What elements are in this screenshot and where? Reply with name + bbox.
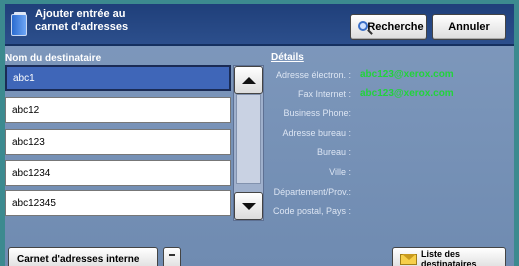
address-book-icon xyxy=(11,12,27,36)
detail-label-office-address: Adresse bureau : xyxy=(282,128,351,138)
title-line-2: carnet d'adresses xyxy=(35,21,129,33)
recipient-name-heading: Nom du destinataire xyxy=(5,53,102,64)
list-item[interactable]: abc123 xyxy=(5,129,231,155)
list-item-label: abc123 xyxy=(12,136,45,148)
minus-icon xyxy=(169,254,175,256)
recipient-list: abc1 abc12 abc123 abc1234 abc12345 xyxy=(5,65,231,221)
envelope-icon xyxy=(400,254,417,265)
detail-label-postal-country: Code postal, Pays : xyxy=(272,206,351,216)
detail-label-email: Adresse électron. : xyxy=(275,70,351,80)
list-item-label: abc12345 xyxy=(12,197,56,209)
search-button-label: Recherche xyxy=(367,21,424,33)
page-title: Ajouter entrée au carnet d'adresses xyxy=(35,8,235,34)
details-heading: Détails xyxy=(271,52,304,63)
detail-label-office: Bureau : xyxy=(316,147,351,157)
title-line-1: Ajouter entrée au xyxy=(35,8,126,20)
detail-label-business-phone: Business Phone: xyxy=(283,108,351,118)
recipient-list-button[interactable]: Liste des destinataires xyxy=(392,247,506,266)
detail-value-email: abc123@xerox.com xyxy=(360,69,454,80)
header-bar: Ajouter entrée au carnet d'adresses Rech… xyxy=(5,4,514,46)
detail-label-city: Ville : xyxy=(329,167,351,177)
cancel-button-label: Annuler xyxy=(448,21,490,33)
internal-address-book-button[interactable]: Carnet d'adresses interne xyxy=(8,247,158,266)
search-icon xyxy=(358,21,368,31)
list-item-label: abc1 xyxy=(13,72,35,84)
detail-label-internet-fax: Fax Internet : xyxy=(297,89,351,99)
detail-value-internet-fax: abc123@xerox.com xyxy=(360,88,454,99)
list-item-label: abc12 xyxy=(12,104,40,116)
search-button[interactable]: Recherche xyxy=(350,14,427,40)
list-item[interactable]: abc1234 xyxy=(5,160,231,186)
recipient-list-label: Liste des destinataires xyxy=(421,249,477,266)
list-item[interactable]: abc12 xyxy=(5,97,231,123)
list-item[interactable]: abc12345 xyxy=(5,190,231,216)
list-item[interactable]: abc1 xyxy=(5,65,231,91)
list-item-label: abc1234 xyxy=(12,167,51,179)
detail-label-state: Département/Prov.: xyxy=(273,187,351,197)
internal-address-book-label: Carnet d'adresses interne xyxy=(17,253,140,265)
address-book-screen: Ajouter entrée au carnet d'adresses Rech… xyxy=(0,0,519,266)
cancel-button[interactable]: Annuler xyxy=(432,14,506,40)
address-book-dropdown-button[interactable] xyxy=(163,247,181,266)
